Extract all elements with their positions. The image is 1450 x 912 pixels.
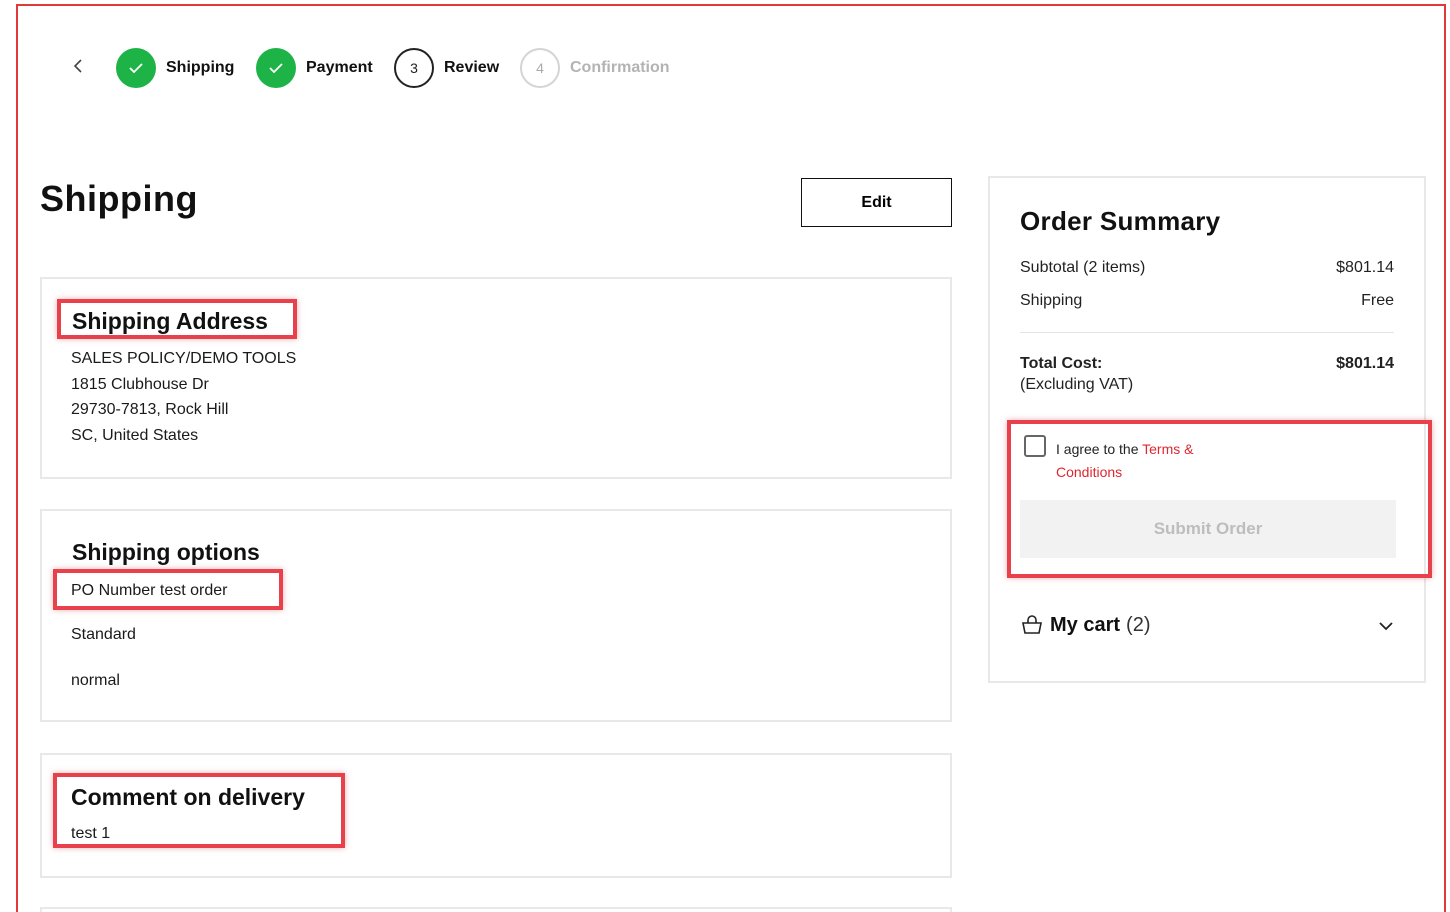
step-number: 3 bbox=[394, 48, 434, 88]
cart-count: (2) bbox=[1126, 613, 1151, 636]
address-line: SALES POLICY/DEMO TOOLS bbox=[71, 350, 297, 367]
subtotal-label: Subtotal (2 items) bbox=[1020, 259, 1146, 276]
step-payment[interactable]: Payment bbox=[256, 48, 373, 88]
step-review: 3 Review bbox=[394, 48, 499, 88]
back-chevron-icon[interactable] bbox=[70, 56, 86, 76]
edit-button[interactable]: Edit bbox=[801, 178, 952, 227]
shopping-bag-icon bbox=[1020, 614, 1044, 636]
subtotal-value: $801.14 bbox=[1336, 259, 1394, 276]
shipping-label: Shipping bbox=[1020, 292, 1083, 309]
terms-agreement: I agree to the Terms & Conditions bbox=[1056, 438, 1236, 484]
total-label: Total Cost: bbox=[1020, 355, 1103, 372]
address-line: SC, United States bbox=[71, 427, 199, 444]
comment-text: test 1 bbox=[71, 825, 111, 842]
step-label: Review bbox=[444, 59, 500, 76]
shipping-address-heading: Shipping Address bbox=[72, 308, 268, 334]
order-summary-title: Order Summary bbox=[1020, 206, 1221, 236]
shipping-value: Free bbox=[1361, 292, 1394, 309]
step-confirmation: 4 Confirmation bbox=[520, 48, 670, 88]
terms-checkbox[interactable] bbox=[1024, 435, 1046, 457]
shipping-options-heading: Shipping options bbox=[72, 539, 260, 565]
shipping-method: Standard bbox=[71, 626, 136, 643]
shipping-priority: normal bbox=[71, 672, 120, 689]
check-icon bbox=[116, 48, 156, 88]
agree-text: I agree to the bbox=[1056, 441, 1143, 457]
total-note: (Excluding VAT) bbox=[1020, 376, 1134, 393]
my-cart-toggle[interactable]: My cart (2) bbox=[1020, 608, 1396, 642]
page-title: Shipping bbox=[40, 178, 198, 219]
my-cart-label: My cart bbox=[1050, 613, 1121, 636]
step-label: Shipping bbox=[166, 59, 235, 76]
step-number: 4 bbox=[520, 48, 560, 88]
comment-heading: Comment on delivery bbox=[71, 784, 305, 810]
step-shipping[interactable]: Shipping bbox=[116, 48, 234, 88]
address-line: 1815 Clubhouse Dr bbox=[71, 376, 209, 393]
submit-order-button[interactable]: Submit Order bbox=[1020, 500, 1396, 558]
total-value: $801.14 bbox=[1336, 355, 1394, 372]
step-label: Confirmation bbox=[570, 59, 670, 76]
po-number: PO Number test order bbox=[71, 582, 228, 599]
next-card bbox=[40, 907, 952, 912]
check-icon bbox=[256, 48, 296, 88]
address-line: 29730-7813, Rock Hill bbox=[71, 401, 229, 418]
step-label: Payment bbox=[306, 59, 373, 76]
chevron-down-icon[interactable] bbox=[1376, 616, 1396, 636]
summary-divider bbox=[1020, 332, 1394, 333]
